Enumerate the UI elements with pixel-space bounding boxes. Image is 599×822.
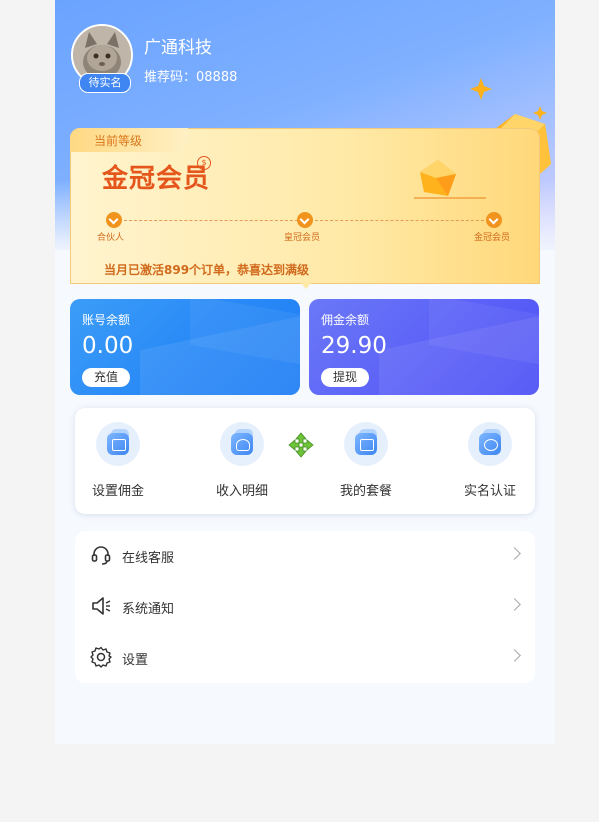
menu-item-label: 设置 [122,653,149,668]
move-icon[interactable] [288,432,314,458]
quick-action-label: 实名认证 [463,484,516,499]
quick-action-real-name[interactable]: 实名认证 [450,422,530,499]
chevron-right-icon [508,598,521,611]
coin-icon: $ [197,156,211,170]
quick-action-label: 我的套餐 [339,484,392,499]
quick-action-set-commission[interactable]: 设置佣金 [78,422,158,499]
milestone-node-crown [297,212,313,228]
speaker-icon [92,597,111,615]
menu-item-label: 系统通知 [122,602,175,617]
commission-balance-card[interactable]: 佣金余额 29.90 提现 [309,299,539,395]
account-balance-card[interactable]: 账号余额 0.00 充值 [70,299,300,395]
milestone-label-goldcrown: 金冠会员 [474,233,511,243]
money-bag-icon [220,422,264,466]
account-balance-label: 账号余额 [82,313,131,327]
quick-action-my-package[interactable]: 我的套餐 [326,422,406,499]
milestone-node-partner [106,212,122,228]
company-name: 广通科技 [144,38,212,58]
chevron-right-icon [508,547,521,560]
milestone-label-partner: 合伙人 [97,233,125,243]
referral-code: 推荐码：08888 [144,70,238,85]
gem-icon [414,160,486,199]
gear-icon [90,646,112,668]
verification-badge[interactable]: 待实名 [79,73,131,93]
menu-panel: 在线客服 系统通知 设置 [75,531,535,683]
id-card-icon [468,422,512,466]
menu-item-label: 在线客服 [122,551,175,566]
commission-balance-value: 29.90 [321,333,387,359]
quick-action-income-details[interactable]: 收入明细 [202,422,282,499]
recharge-button[interactable]: 充值 [82,368,130,387]
level-tab: 当前等级 [70,128,188,152]
quick-action-label: 收入明细 [215,484,268,499]
level-card: 当前等级 金冠会员 $ 合伙人 皇冠会员 金冠会员 当月已激活899个订单，恭喜… [70,128,540,289]
menu-item-system-notification[interactable]: 系统通知 [75,582,535,632]
shopping-bag-icon [344,422,388,466]
withdraw-button[interactable]: 提现 [321,368,369,387]
milestone-node-goldcrown [486,212,502,228]
wallet-icon [96,422,140,466]
milestone-label-crown: 皇冠会员 [284,233,321,243]
menu-item-settings[interactable]: 设置 [75,633,535,683]
chevron-right-icon [508,649,521,662]
level-progress-text: 当月已激活899个订单，恭喜达到满级 [104,263,310,277]
headset-icon [91,546,111,565]
level-title: 金冠会员 [102,164,211,194]
commission-balance-label: 佣金余额 [321,313,370,327]
level-card-pointer [300,282,312,289]
level-tab-label: 当前等级 [94,134,143,148]
quick-action-label: 设置佣金 [91,484,144,499]
phone-screen: 待实名 广通科技 推荐码：08888 当前等级 金冠会员 $ 合伙人 皇冠会员 … [55,0,555,744]
account-balance-value: 0.00 [82,333,134,359]
menu-item-online-service[interactable]: 在线客服 [75,531,535,581]
quick-actions-panel: 设置佣金 收入明细 我的套餐 实名认证 [75,408,535,514]
